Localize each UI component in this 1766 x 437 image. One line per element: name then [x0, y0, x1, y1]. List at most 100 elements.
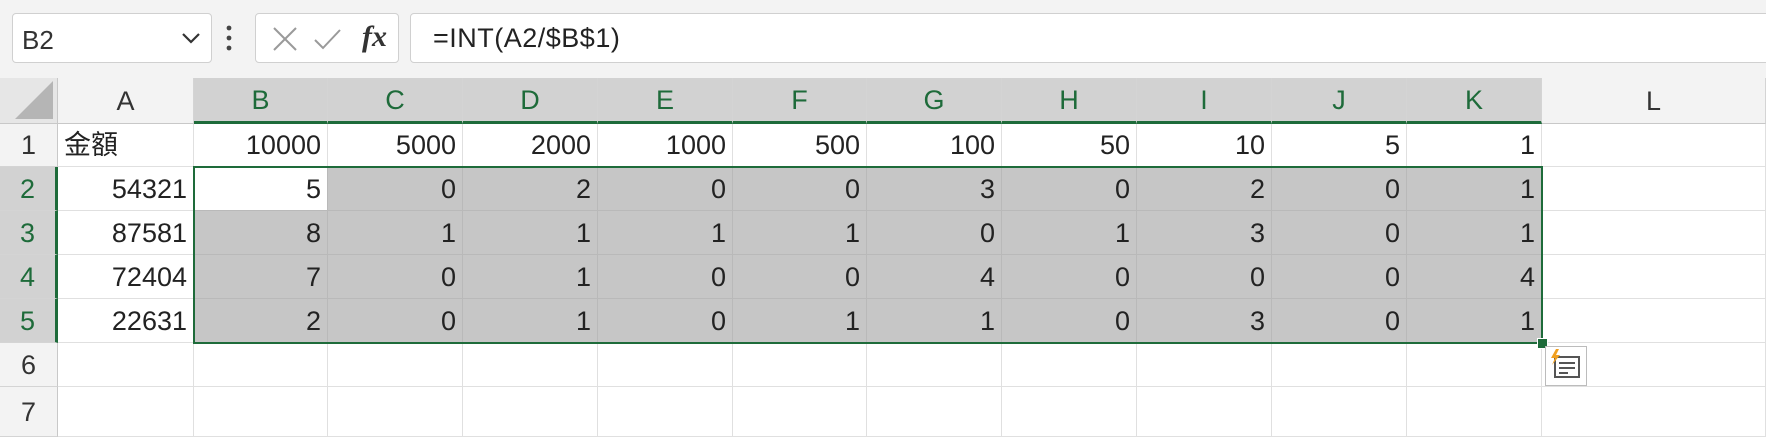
formula-input[interactable]: =INT(A2/$B$1) — [410, 13, 1766, 63]
cell-i7[interactable] — [1137, 387, 1272, 437]
cell-g5[interactable]: 1 — [867, 299, 1002, 343]
cell-c2[interactable]: 0 — [328, 167, 463, 211]
cell-i2[interactable]: 2 — [1137, 167, 1272, 211]
cell-e6[interactable] — [598, 343, 733, 387]
cell-f4[interactable]: 0 — [733, 255, 867, 299]
cell-a2[interactable]: 54321 — [58, 167, 194, 211]
quick-analysis-button[interactable] — [1545, 346, 1587, 386]
column-header-b[interactable]: B — [194, 78, 328, 124]
cell-i3[interactable]: 3 — [1137, 211, 1272, 255]
cell-c1[interactable]: 5000 — [328, 124, 463, 167]
more-options-icon[interactable] — [224, 22, 234, 54]
cell-b1[interactable]: 10000 — [194, 124, 328, 167]
fx-icon[interactable]: fx — [362, 20, 387, 54]
cell-c4[interactable]: 0 — [328, 255, 463, 299]
cell-l5[interactable] — [1542, 299, 1766, 343]
name-box[interactable]: B2 — [12, 13, 212, 63]
cell-g7[interactable] — [867, 387, 1002, 437]
cell-c7[interactable] — [328, 387, 463, 437]
cell-k1[interactable]: 1 — [1407, 124, 1542, 167]
cell-h1[interactable]: 50 — [1002, 124, 1137, 167]
column-header-e[interactable]: E — [598, 78, 733, 124]
cell-h7[interactable] — [1002, 387, 1137, 437]
chevron-down-icon[interactable] — [179, 28, 203, 48]
cell-d1[interactable]: 2000 — [463, 124, 598, 167]
row-header-7[interactable]: 7 — [0, 387, 58, 437]
cell-g1[interactable]: 100 — [867, 124, 1002, 167]
cell-f3[interactable]: 1 — [733, 211, 867, 255]
cell-e4[interactable]: 0 — [598, 255, 733, 299]
cell-f2[interactable]: 0 — [733, 167, 867, 211]
cell-d4[interactable]: 1 — [463, 255, 598, 299]
cell-f7[interactable] — [733, 387, 867, 437]
cell-g6[interactable] — [867, 343, 1002, 387]
cell-b2[interactable]: 5 — [194, 167, 328, 211]
cell-j1[interactable]: 5 — [1272, 124, 1407, 167]
column-header-k[interactable]: K — [1407, 78, 1542, 124]
cell-d7[interactable] — [463, 387, 598, 437]
cell-e5[interactable]: 0 — [598, 299, 733, 343]
column-header-c[interactable]: C — [328, 78, 463, 124]
column-header-h[interactable]: H — [1002, 78, 1137, 124]
cell-i6[interactable] — [1137, 343, 1272, 387]
cell-k7[interactable] — [1407, 387, 1542, 437]
row-header-3[interactable]: 3 — [0, 211, 58, 255]
cell-b4[interactable]: 7 — [194, 255, 328, 299]
cell-j2[interactable]: 0 — [1272, 167, 1407, 211]
cell-b6[interactable] — [194, 343, 328, 387]
select-all-button[interactable] — [0, 78, 58, 124]
cell-i4[interactable]: 0 — [1137, 255, 1272, 299]
cell-d2[interactable]: 2 — [463, 167, 598, 211]
cell-h2[interactable]: 0 — [1002, 167, 1137, 211]
cell-a6[interactable] — [58, 343, 194, 387]
cell-d6[interactable] — [463, 343, 598, 387]
cell-j7[interactable] — [1272, 387, 1407, 437]
cell-j4[interactable]: 0 — [1272, 255, 1407, 299]
cell-a5[interactable]: 22631 — [58, 299, 194, 343]
cell-l7[interactable] — [1542, 387, 1766, 437]
cell-l2[interactable] — [1542, 167, 1766, 211]
column-header-d[interactable]: D — [463, 78, 598, 124]
cell-h4[interactable]: 0 — [1002, 255, 1137, 299]
row-header-4[interactable]: 4 — [0, 255, 58, 299]
cell-c5[interactable]: 0 — [328, 299, 463, 343]
cell-i1[interactable]: 10 — [1137, 124, 1272, 167]
cell-g2[interactable]: 3 — [867, 167, 1002, 211]
cell-d5[interactable]: 1 — [463, 299, 598, 343]
cell-k5[interactable]: 1 — [1407, 299, 1542, 343]
cell-j6[interactable] — [1272, 343, 1407, 387]
cell-e3[interactable]: 1 — [598, 211, 733, 255]
cell-k4[interactable]: 4 — [1407, 255, 1542, 299]
cell-f6[interactable] — [733, 343, 867, 387]
cell-d3[interactable]: 1 — [463, 211, 598, 255]
cell-l4[interactable] — [1542, 255, 1766, 299]
cell-e7[interactable] — [598, 387, 733, 437]
cell-g4[interactable]: 4 — [867, 255, 1002, 299]
cell-c3[interactable]: 1 — [328, 211, 463, 255]
cell-f1[interactable]: 500 — [733, 124, 867, 167]
cell-h6[interactable] — [1002, 343, 1137, 387]
cell-l3[interactable] — [1542, 211, 1766, 255]
column-header-f[interactable]: F — [733, 78, 867, 124]
cell-a7[interactable] — [58, 387, 194, 437]
row-header-1[interactable]: 1 — [0, 124, 58, 167]
cell-a4[interactable]: 72404 — [58, 255, 194, 299]
cell-b7[interactable] — [194, 387, 328, 437]
cell-g3[interactable]: 0 — [867, 211, 1002, 255]
cell-k3[interactable]: 1 — [1407, 211, 1542, 255]
column-header-a[interactable]: A — [58, 78, 194, 124]
cell-c6[interactable] — [328, 343, 463, 387]
cell-k2[interactable]: 1 — [1407, 167, 1542, 211]
row-header-5[interactable]: 5 — [0, 299, 58, 343]
cell-f5[interactable]: 1 — [733, 299, 867, 343]
column-header-j[interactable]: J — [1272, 78, 1407, 124]
column-header-g[interactable]: G — [867, 78, 1002, 124]
cell-j3[interactable]: 0 — [1272, 211, 1407, 255]
cell-j5[interactable]: 0 — [1272, 299, 1407, 343]
cell-h3[interactable]: 1 — [1002, 211, 1137, 255]
enter-check-icon[interactable] — [312, 24, 342, 54]
cancel-x-icon[interactable] — [270, 24, 300, 54]
row-header-6[interactable]: 6 — [0, 343, 58, 387]
column-header-l[interactable]: L — [1542, 78, 1766, 124]
cell-a1[interactable]: 金額 — [58, 124, 194, 167]
